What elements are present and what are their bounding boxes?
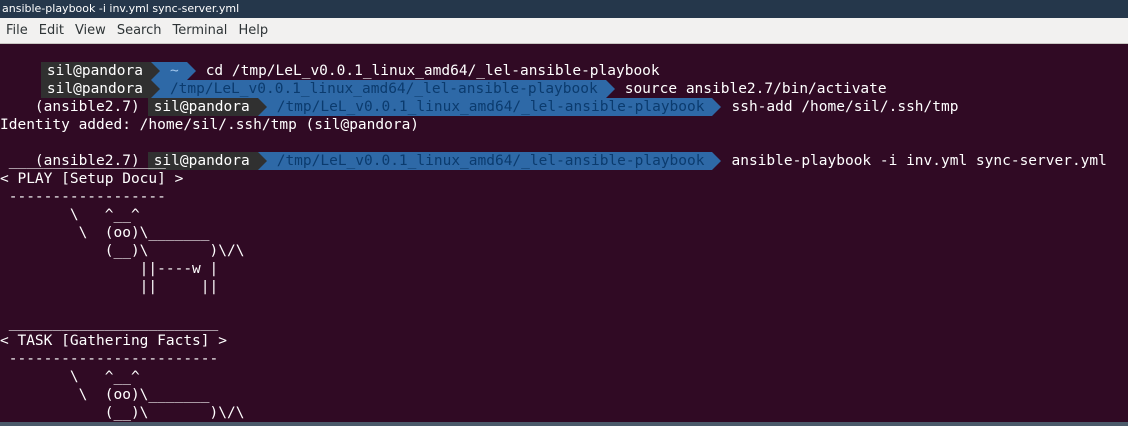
cowsay-line: (__)\ )\/\ [0,243,245,259]
menu-help[interactable]: Help [232,18,273,43]
cowsay-line: __________________ [0,153,166,169]
cowsay-line: || || [0,279,219,295]
cowsay-line: ________________________ [0,315,219,331]
cowsay-line: < PLAY [Setup Docu] > [0,171,184,187]
cowsay-line: ||----w | [0,261,219,277]
cowsay-line: < TASK [Gathering Facts] > [0,333,227,349]
window-titlebar: ansible-playbook -i inv.yml sync-server.… [0,0,1128,18]
menu-edit[interactable]: Edit [33,18,69,43]
cowsay-line: (__)\ )\/\ [0,405,245,421]
output-line: Identity added: /home/sil/.ssh/tmp (sil@… [0,117,420,133]
menu-search[interactable]: Search [111,18,167,43]
prompt-cwd: /tmp/LeL_v0.0.1_linux_amd64/_lel-ansible… [266,98,713,116]
virtualenv-label: (ansible2.7) [34,99,140,115]
prompt-line: sil@pandora/tmp/LeL_v0.0.1_linux_amd64/_… [0,62,887,98]
cowsay-line: \ (oo)\_______ [0,387,210,403]
cowsay-line: \ ^__^ [0,207,140,223]
prompt-user-host: sil@pandora [147,98,258,116]
command-text: ssh-add /home/sil/.ssh/tmp [731,99,959,115]
prompt-line: (ansible2.7) sil@pandora/tmp/LeL_v0.0.1_l… [0,80,958,116]
menu-file[interactable]: File [0,18,33,43]
menu-terminal[interactable]: Terminal [166,18,232,43]
window-bottom-border [0,422,1128,426]
window-title: ansible-playbook -i inv.yml sync-server.… [2,2,240,15]
command-text: ansible-playbook -i inv.yml sync-server.… [731,153,1107,169]
powerline-separator-icon [257,98,267,116]
cowsay-line: ------------------------ [0,351,219,367]
prompt-line: sil@pandora ~ cd /tmp/LeL_v0.0.1_linux_amd… [0,44,660,80]
cowsay-line: ------------------ [0,189,166,205]
prompt-line: (ansible2.7) sil@pandora/tmp/LeL_v0.0.1_l… [0,134,1107,170]
menu-view[interactable]: View [69,18,111,43]
menu-bar: File Edit View Search Terminal Help [0,18,1128,44]
powerline-separator-icon [257,152,267,170]
prompt-cwd: /tmp/LeL_v0.0.1_linux_amd64/_lel-ansible… [266,152,713,170]
cowsay-line: \ ^__^ [0,369,140,385]
cowsay-line: \ (oo)\_______ [0,225,210,241]
terminal-area[interactable]: sil@pandora ~ cd /tmp/LeL_v0.0.1_linux_amd… [0,44,1128,422]
